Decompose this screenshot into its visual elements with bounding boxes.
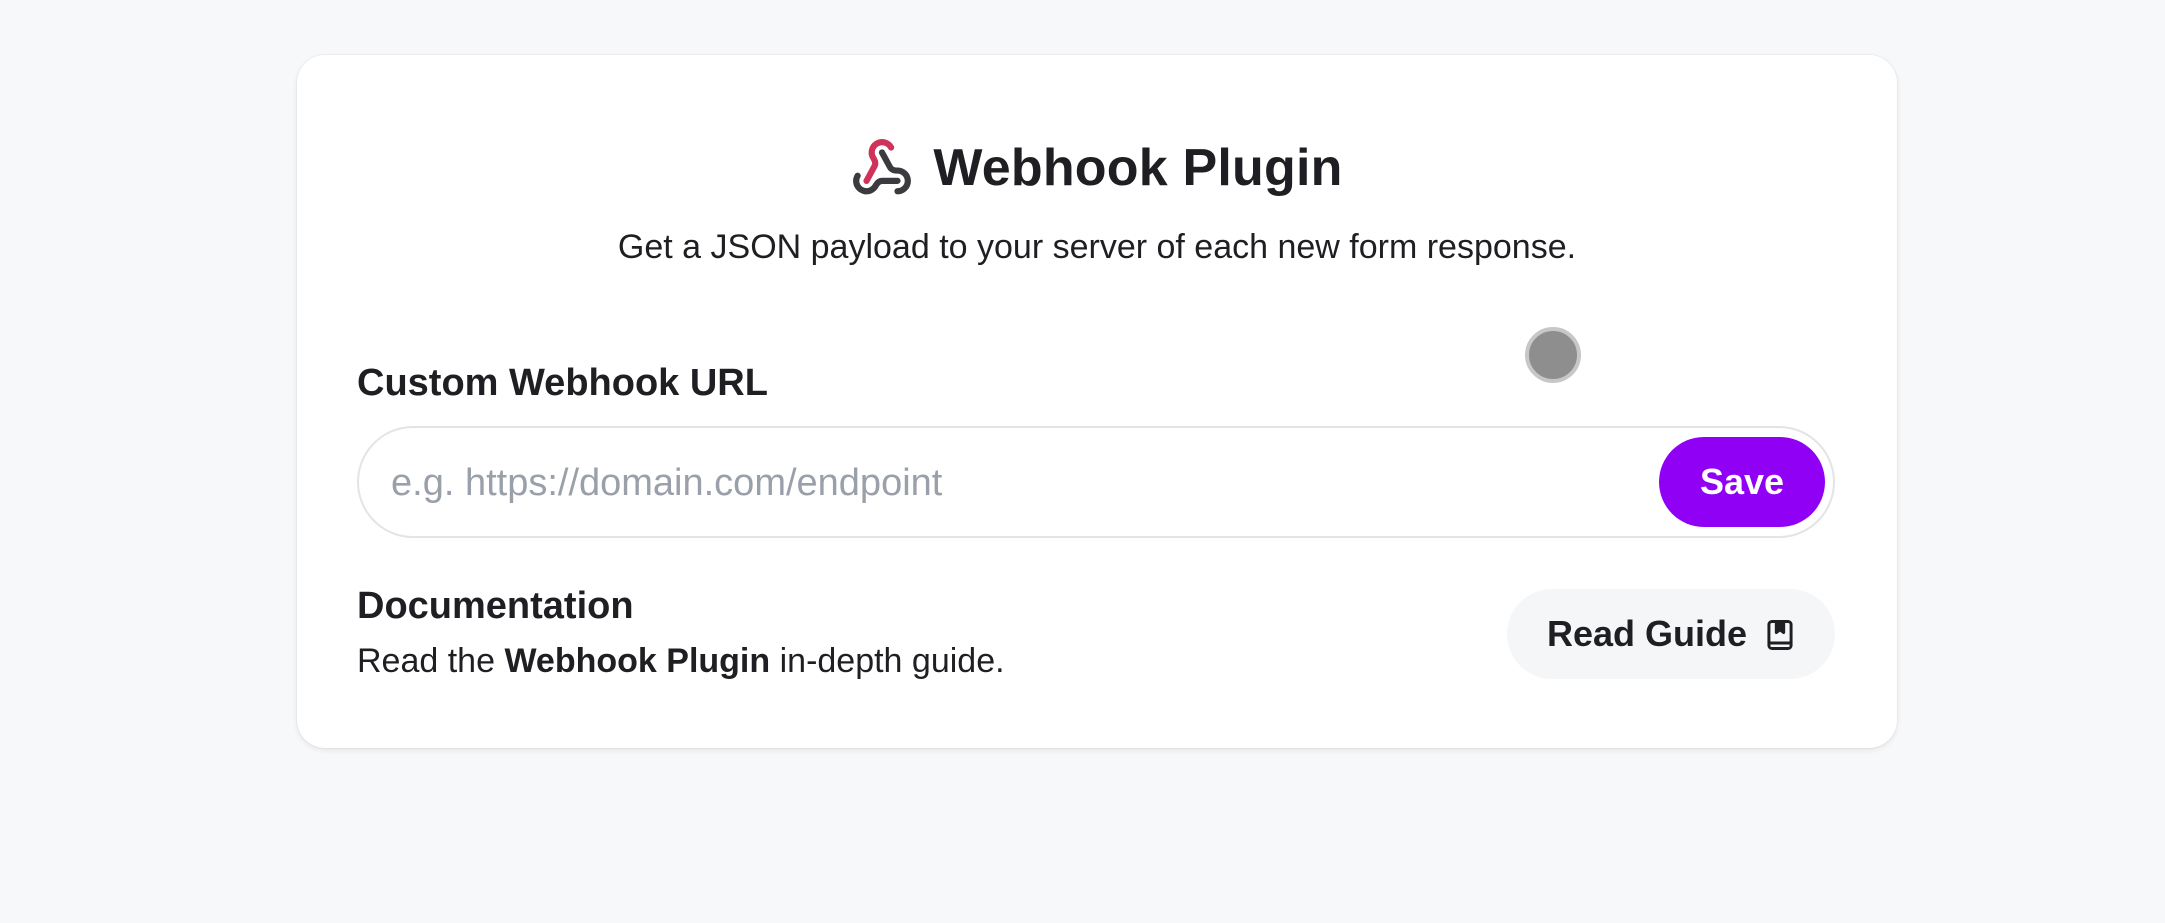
read-guide-button[interactable]: Read Guide [1507, 589, 1835, 679]
webhook-icon [851, 137, 913, 199]
webhook-plugin-card: Webhook Plugin Get a JSON payload to you… [297, 55, 1897, 748]
read-guide-label: Read Guide [1546, 613, 1748, 654]
save-button[interactable]: Save [1659, 437, 1825, 527]
webhook-url-label: Custom Webhook URL [357, 362, 768, 404]
documentation-desc-plugin-name: Webhook Plugin [504, 642, 771, 680]
cursor-indicator [1525, 327, 1581, 383]
page-subtitle: Get a JSON payload to your server of eac… [617, 228, 1577, 266]
book-icon [1765, 618, 1795, 651]
documentation-title: Documentation [357, 585, 634, 627]
documentation-desc-suffix: in-depth guide. [770, 642, 1005, 680]
header: Webhook Plugin [297, 137, 1897, 199]
webhook-url-field-wrapper: Save [357, 426, 1835, 538]
webhook-url-input[interactable] [389, 446, 1593, 520]
documentation-desc-prefix: Read the [357, 642, 505, 680]
page-title: Webhook Plugin [933, 139, 1343, 197]
documentation-description: Read the Webhook Plugin in-depth guide. [357, 642, 1005, 681]
